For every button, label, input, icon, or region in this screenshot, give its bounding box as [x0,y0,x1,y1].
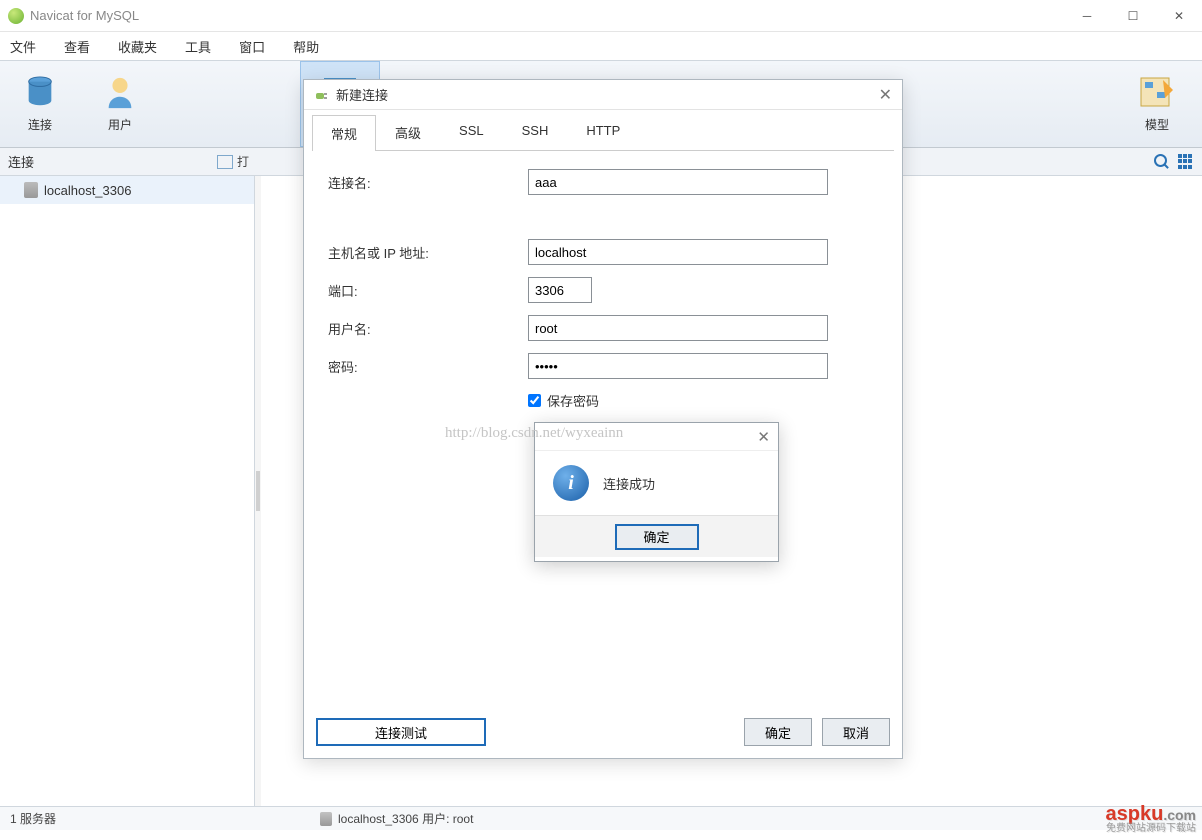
table-small-icon [217,155,233,169]
toolbar-label: 连接 [28,116,52,133]
app-icon [8,8,24,24]
statusbar: 1 服务器 localhost_3306 用户: root [0,806,1202,830]
menu-help[interactable]: 帮助 [293,37,319,56]
test-connection-button[interactable]: 连接测试 [316,718,486,746]
messagebox-close-icon[interactable]: ✕ [757,428,770,446]
close-button[interactable]: ✕ [1156,0,1202,32]
menu-tools[interactable]: 工具 [185,37,211,56]
toolbar-label: 用户 [108,116,132,133]
dialog-titlebar: 新建连接 ✕ [304,80,902,110]
search-icon[interactable] [1154,154,1170,170]
tab-general[interactable]: 常规 [312,115,376,151]
model-icon [1139,76,1175,110]
app-title: Navicat for MySQL [30,8,139,23]
messagebox-text: 连接成功 [603,474,655,493]
dialog-form: 连接名: 主机名或 IP 地址: 端口: 用户名: 密码: 保存密码 [304,151,902,428]
new-connection-dialog: 新建连接 ✕ 常规 高级 SSL SSH HTTP 连接名: 主机名或 IP 地… [303,79,903,759]
label-user: 用户名: [328,319,528,338]
input-user[interactable] [528,315,828,341]
db-icon [24,182,38,198]
toolbar-item-user[interactable]: 用户 [80,61,160,147]
menu-view[interactable]: 查看 [64,37,90,56]
cancel-button[interactable]: 取消 [822,718,890,746]
dialog-title: 新建连接 [336,85,388,104]
menu-favorites[interactable]: 收藏夹 [118,37,157,56]
subbar-open-label: 打 [237,153,249,170]
maximize-button[interactable]: ☐ [1110,0,1156,32]
menubar: 文件 查看 收藏夹 工具 窗口 帮助 [0,32,1202,60]
minimize-button[interactable]: ─ [1064,0,1110,32]
label-save-password: 保存密码 [547,391,599,410]
input-conn-name[interactable] [528,169,828,195]
status-left: 1 服务器 [0,810,320,827]
tab-ssl[interactable]: SSL [440,114,503,150]
label-host: 主机名或 IP 地址: [328,243,528,262]
tab-ssh[interactable]: SSH [503,114,568,150]
tab-advanced[interactable]: 高级 [376,114,440,150]
database-icon [24,76,56,110]
label-conn-name: 连接名: [328,173,528,192]
toolbar-item-connection[interactable]: 连接 [0,61,80,147]
menu-window[interactable]: 窗口 [239,37,265,56]
input-port[interactable] [528,277,592,303]
grid-icon[interactable] [1178,154,1194,170]
info-icon: i [553,465,589,501]
ok-button[interactable]: 确定 [744,718,812,746]
sidebar-item-label: localhost_3306 [44,183,131,198]
tab-http[interactable]: HTTP [567,114,639,150]
sidebar: localhost_3306 [0,176,255,806]
db-tiny-icon [320,812,332,826]
label-password: 密码: [328,357,528,376]
messagebox-ok-button[interactable]: 确定 [615,524,699,550]
messagebox: ✕ i 连接成功 确定 [534,422,779,562]
dialog-tabs: 常规 高级 SSL SSH HTTP [312,114,894,151]
menu-file[interactable]: 文件 [10,37,36,56]
plug-icon [314,87,330,103]
toolbar-label: 模型 [1145,116,1169,133]
titlebar: Navicat for MySQL ─ ☐ ✕ [0,0,1202,32]
input-host[interactable] [528,239,828,265]
dialog-close-icon[interactable]: ✕ [879,85,892,105]
checkbox-save-password[interactable] [528,394,541,407]
status-mid: localhost_3306 用户: root [338,810,473,827]
user-icon [104,76,136,110]
messagebox-titlebar: ✕ [535,423,778,451]
label-port: 端口: [328,281,528,300]
sidebar-item-connection[interactable]: localhost_3306 [0,176,254,204]
input-password[interactable] [528,353,828,379]
toolbar-item-model[interactable]: 模型 [1112,61,1202,147]
dialog-footer: 连接测试 确定 取消 [316,718,890,746]
subbar-label-connection: 连接 [8,152,34,171]
